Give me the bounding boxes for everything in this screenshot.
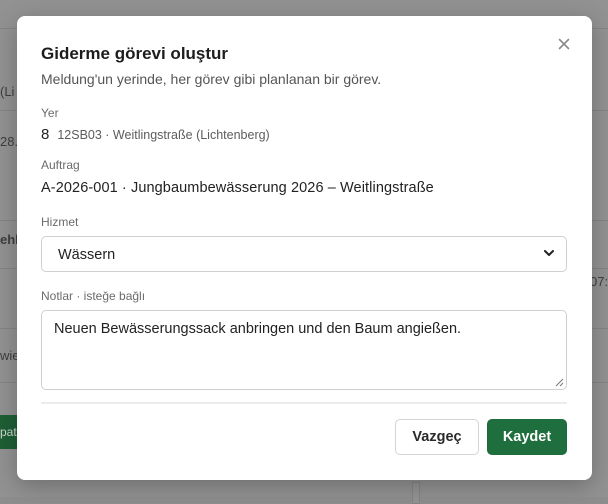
location-label: Yer — [41, 106, 59, 120]
order-value: A-2026-001 · Jungbaumbewässerung 2026 – … — [41, 180, 434, 196]
cancel-button[interactable]: Vazgeç — [395, 419, 479, 455]
footer-divider — [41, 402, 567, 404]
service-label: Hizmet — [41, 215, 79, 229]
create-task-dialog: Giderme görevi oluştur Meldung'un yerind… — [17, 16, 592, 480]
save-button[interactable]: Kaydet — [487, 419, 567, 455]
bg-box — [412, 482, 420, 504]
location-number: 8 — [41, 126, 50, 143]
bg-text-fragment: (Li — [0, 84, 15, 99]
close-icon — [558, 38, 570, 50]
close-icon[interactable] — [556, 36, 572, 52]
dialog-subtitle: Meldung'un yerinde, her görev gibi planl… — [41, 71, 382, 87]
service-select[interactable]: Wässern — [41, 236, 567, 272]
notes-label: Notlar · isteğe bağlı — [41, 289, 146, 303]
notes-textarea[interactable]: Neuen Bewässerungssack anbringen und den… — [41, 310, 567, 390]
service-selected-value: Wässern — [58, 247, 116, 263]
location-value: 8 12SB03 · Weitlingstraße (Lichtenberg) — [41, 126, 270, 143]
location-detail: 12SB03 · Weitlingstraße (Lichtenberg) — [57, 128, 270, 142]
resize-grip-icon[interactable] — [554, 377, 564, 387]
bg-text-fragment: 07: — [590, 274, 608, 289]
chevron-down-icon — [544, 250, 554, 256]
bg-text-fragment: ehl — [0, 232, 19, 247]
notes-text: Neuen Bewässerungssack anbringen und den… — [54, 321, 462, 337]
order-label: Auftrag — [41, 158, 80, 172]
dialog-title: Giderme görevi oluştur — [41, 44, 229, 63]
